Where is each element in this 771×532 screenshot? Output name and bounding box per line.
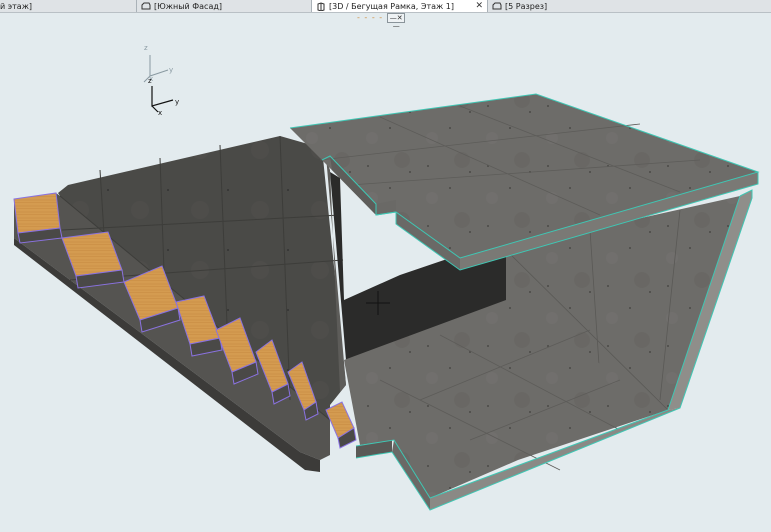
axis-label-y: y	[169, 66, 173, 74]
tab-section[interactable]: [5 Разрез]	[488, 0, 771, 12]
stair-tread	[13, 192, 61, 234]
tab-label: й этаж]	[0, 1, 33, 11]
view-mini-toolbar: - - - - —✕—	[357, 12, 406, 30]
close-tab-icon[interactable]: ✕	[475, 0, 483, 12]
tab-label: [3D / Бегущая Рамка, Этаж 1]	[329, 1, 454, 11]
3d-model-canvas[interactable]: z y x z y x	[0, 24, 771, 528]
tab-label: [Южный Фасад]	[154, 1, 222, 11]
3d-view-icon	[316, 1, 326, 12]
elevation-icon	[141, 2, 151, 10]
tab-3d-view[interactable]: [3D / Бегущая Рамка, Этаж 1] ✕	[312, 0, 488, 12]
axis-label-y: y	[175, 98, 179, 106]
tab-floor-plan[interactable]: й этаж]	[0, 0, 137, 12]
cut-tool-button[interactable]: —✕—	[387, 12, 406, 30]
section-icon	[492, 2, 502, 10]
axis-label-z: z	[144, 44, 148, 52]
axis-label-z: z	[148, 77, 152, 85]
dash-indicator: - - - -	[357, 13, 384, 22]
3d-viewport[interactable]: z y x z y x	[0, 24, 771, 528]
tab-label: [5 Разрез]	[505, 1, 548, 11]
tab-south-elevation[interactable]: [Южный Фасад]	[137, 0, 312, 12]
axis-gizmo-lower: z y x	[148, 77, 179, 117]
axis-label-x: x	[158, 109, 162, 117]
